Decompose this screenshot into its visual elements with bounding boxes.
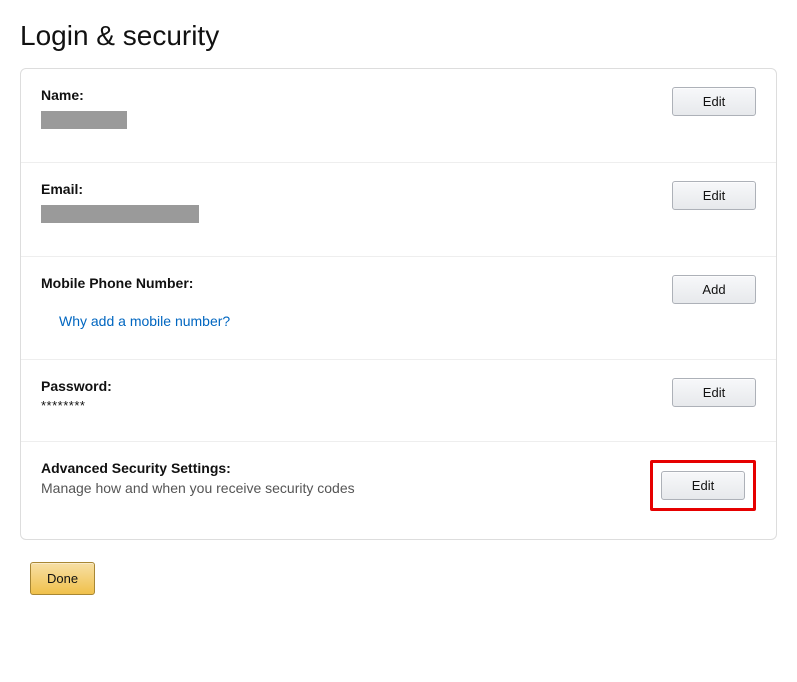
password-row: Password: ******** Edit <box>21 360 776 442</box>
password-value: ******** <box>41 398 672 413</box>
edit-name-button[interactable]: Edit <box>672 87 756 116</box>
settings-card: Name: Edit Email: Edit Mobile Phone Numb… <box>20 68 777 540</box>
email-row: Email: Edit <box>21 163 776 257</box>
page-title: Login & security <box>20 20 777 52</box>
why-add-mobile-link[interactable]: Why add a mobile number? <box>59 313 230 329</box>
advanced-desc: Manage how and when you receive security… <box>41 480 650 496</box>
highlight-annotation: Edit <box>650 460 756 511</box>
name-row: Name: Edit <box>21 69 776 163</box>
done-button[interactable]: Done <box>30 562 95 595</box>
name-value-redacted <box>41 111 127 129</box>
edit-email-button[interactable]: Edit <box>672 181 756 210</box>
advanced-label: Advanced Security Settings: <box>41 460 650 476</box>
email-value-redacted <box>41 205 199 223</box>
mobile-row: Mobile Phone Number: Why add a mobile nu… <box>21 257 776 360</box>
edit-password-button[interactable]: Edit <box>672 378 756 407</box>
name-label: Name: <box>41 87 672 103</box>
mobile-label: Mobile Phone Number: <box>41 275 672 291</box>
edit-advanced-security-button[interactable]: Edit <box>661 471 745 500</box>
advanced-security-row: Advanced Security Settings: Manage how a… <box>21 442 776 539</box>
email-label: Email: <box>41 181 672 197</box>
password-label: Password: <box>41 378 672 394</box>
add-mobile-button[interactable]: Add <box>672 275 756 304</box>
